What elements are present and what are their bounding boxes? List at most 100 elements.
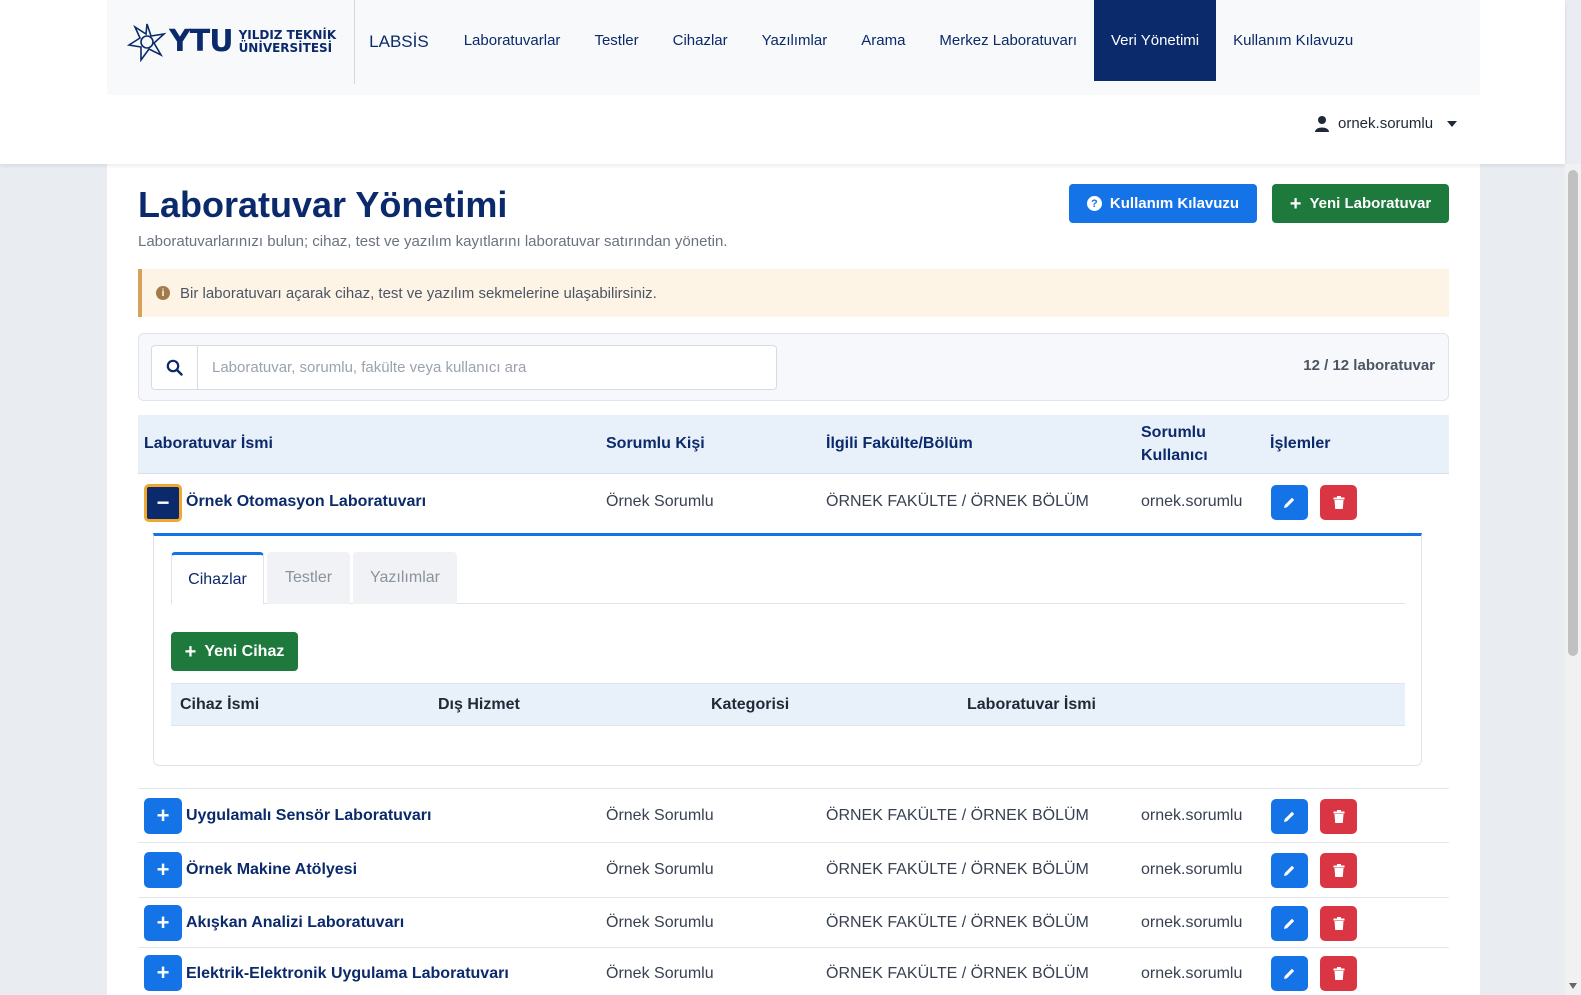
lab-person: Örnek Sorumlu <box>606 493 714 510</box>
pencil-icon <box>1284 918 1295 929</box>
user-menu-dropdown[interactable]: ornek.sorumlu <box>1314 115 1458 132</box>
logo[interactable]: YTU YILDIZ TEKNİK ÜNİVERSİTESİ <box>127 0 356 84</box>
nav-arama[interactable]: Arama <box>844 0 922 81</box>
edit-button[interactable] <box>1271 853 1308 888</box>
info-alert: i Bir laboratuvarı açarak cihaz, test ve… <box>138 269 1449 317</box>
nav-veri-yonetimi[interactable]: Veri Yönetimi <box>1094 0 1217 81</box>
table-row: + Örnek Makine Atölyesi Örnek Sorumlu ÖR… <box>138 843 1449 898</box>
plus-icon: + <box>184 640 197 663</box>
collapse-row-button[interactable]: − <box>144 484 182 522</box>
trash-icon <box>1333 917 1344 930</box>
column-header-actions: İşlemler <box>1270 435 1331 452</box>
pencil-icon <box>1284 865 1295 876</box>
new-laboratory-button[interactable]: + Yeni Laboratuvar <box>1272 184 1449 223</box>
lab-person: Örnek Sorumlu <box>606 861 714 878</box>
column-header-lab-name: Laboratuvar İsmi <box>967 696 1096 713</box>
lab-name: Örnek Otomasyon Laboratuvarı <box>186 493 427 510</box>
scrollbar-thumb[interactable] <box>1568 170 1578 656</box>
info-alert-text: Bir laboratuvarı açarak cihaz, test ve y… <box>180 284 657 302</box>
lab-name: Elektrik-Elektronik Uygulama Laboratuvar… <box>186 965 509 982</box>
main-panel: Laboratuvar Yönetimi Laboratuvarlarınızı… <box>107 164 1480 995</box>
delete-button[interactable] <box>1320 956 1357 991</box>
table-row: + Akışkan Analizi Laboratuvarı Örnek Sor… <box>138 898 1449 948</box>
tab-testler[interactable]: Testler <box>267 552 350 604</box>
search-icon <box>152 346 198 389</box>
edit-button[interactable] <box>1271 799 1308 834</box>
page-scrollbar[interactable] <box>1565 164 1581 995</box>
lab-person: Örnek Sorumlu <box>606 914 714 931</box>
trash-icon <box>1333 810 1344 823</box>
delete-button[interactable] <box>1320 485 1357 520</box>
brand-name[interactable]: LABSİS <box>369 0 447 84</box>
new-laboratory-button-label: Yeni Laboratuvar <box>1309 195 1432 212</box>
plus-icon: + <box>156 857 170 882</box>
delete-button[interactable] <box>1320 853 1357 888</box>
tab-yazilimlar[interactable]: Yazılımlar <box>353 552 457 604</box>
tab-cihazlar[interactable]: Cihazlar <box>171 552 264 605</box>
nav-yazilimlar[interactable]: Yazılımlar <box>745 0 845 81</box>
nav-merkez-laboratuvari[interactable]: Merkez Laboratuvarı <box>922 0 1094 81</box>
edit-button[interactable] <box>1271 485 1308 520</box>
user-guide-button-label: Kullanım Kılavuzu <box>1109 195 1240 212</box>
lab-user: ornek.sorumlu <box>1141 965 1243 982</box>
lab-detail-panel: Cihazlar Testler Yazılımlar + Yeni Cihaz… <box>153 533 1422 766</box>
new-device-button-label: Yeni Cihaz <box>204 642 285 660</box>
user-name: ornek.sorumlu <box>1338 115 1434 132</box>
table-row: + Elektrik-Elektronik Uygulama Laboratuv… <box>138 948 1449 995</box>
pencil-icon <box>1284 968 1295 979</box>
new-device-button[interactable]: + Yeni Cihaz <box>171 632 298 671</box>
lab-faculty: ÖRNEK FAKÜLTE / ÖRNEK BÖLÜM <box>826 807 1089 824</box>
minus-icon: − <box>156 490 170 515</box>
result-count: 12 / 12 laboratuvar <box>1303 357 1435 374</box>
page-subtitle: Laboratuvarlarınızı bulun; cihaz, test v… <box>138 233 728 250</box>
lab-faculty: ÖRNEK FAKÜLTE / ÖRNEK BÖLÜM <box>826 965 1089 982</box>
column-header-device-name: Cihaz İsmi <box>180 696 260 713</box>
logo-university-name: YILDIZ TEKNİK ÜNİVERSİTESİ <box>239 29 337 55</box>
detail-tabs: Cihazlar Testler Yazılımlar <box>171 552 1405 605</box>
logo-line-2: ÜNİVERSİTESİ <box>238 41 333 55</box>
lab-name: Akışkan Analizi Laboratuvarı <box>186 914 405 931</box>
nav-testler[interactable]: Testler <box>577 0 655 81</box>
lab-user: ornek.sorumlu <box>1141 861 1243 878</box>
trash-icon <box>1333 496 1344 509</box>
edit-button[interactable] <box>1271 956 1308 991</box>
ytu-star-logo-icon <box>127 23 167 62</box>
navbar: YTU YILDIZ TEKNİK ÜNİVERSİTESİ LABSİS La… <box>107 0 1480 95</box>
lab-faculty: ÖRNEK FAKÜLTE / ÖRNEK BÖLÜM <box>826 914 1089 931</box>
user-icon <box>1315 116 1329 132</box>
column-header-name: Laboratuvar İsmi <box>144 435 273 452</box>
nav-laboratuvarlar[interactable]: Laboratuvarlar <box>447 0 578 81</box>
chevron-down-icon <box>1447 120 1458 127</box>
lab-user: ornek.sorumlu <box>1141 493 1243 510</box>
user-guide-button[interactable]: ? Kullanım Kılavuzu <box>1069 184 1257 223</box>
scroll-down-arrow-icon[interactable] <box>1569 983 1577 989</box>
nav-cihazlar[interactable]: Cihazlar <box>656 0 745 81</box>
column-header-user-line-1: Sorumlu <box>1141 424 1206 441</box>
pencil-icon <box>1284 811 1295 822</box>
expand-row-button[interactable]: + <box>144 905 182 941</box>
search-panel: 12 / 12 laboratuvar <box>138 333 1449 401</box>
expand-row-button[interactable]: + <box>144 955 182 991</box>
edit-button[interactable] <box>1271 906 1308 941</box>
plus-icon: + <box>1289 192 1302 215</box>
lab-user: ornek.sorumlu <box>1141 807 1243 824</box>
table-header: Laboratuvar İsmi Sorumlu Kişi İlgili Fak… <box>138 415 1449 474</box>
expand-row-button[interactable]: + <box>144 852 182 888</box>
nav-kullanim-kilavuzu[interactable]: Kullanım Kılavuzu <box>1216 0 1370 81</box>
plus-icon: + <box>156 910 170 935</box>
lab-faculty: ÖRNEK FAKÜLTE / ÖRNEK BÖLÜM <box>826 493 1089 510</box>
search-input[interactable] <box>198 346 776 389</box>
column-header-category: Kategorisi <box>711 696 790 713</box>
delete-button[interactable] <box>1320 799 1357 834</box>
logo-ytu-text: YTU <box>169 24 234 59</box>
column-header-external-service: Dış Hizmet <box>438 696 520 713</box>
lab-user: ornek.sorumlu <box>1141 914 1243 931</box>
search-group <box>151 345 777 390</box>
plus-icon: + <box>156 960 170 985</box>
pencil-icon <box>1284 497 1295 508</box>
column-header-faculty: İlgili Fakülte/Bölüm <box>826 435 973 452</box>
plus-icon: + <box>156 803 170 828</box>
expand-row-button[interactable]: + <box>144 798 182 834</box>
delete-button[interactable] <box>1320 906 1357 941</box>
column-header-person: Sorumlu Kişi <box>606 435 705 452</box>
